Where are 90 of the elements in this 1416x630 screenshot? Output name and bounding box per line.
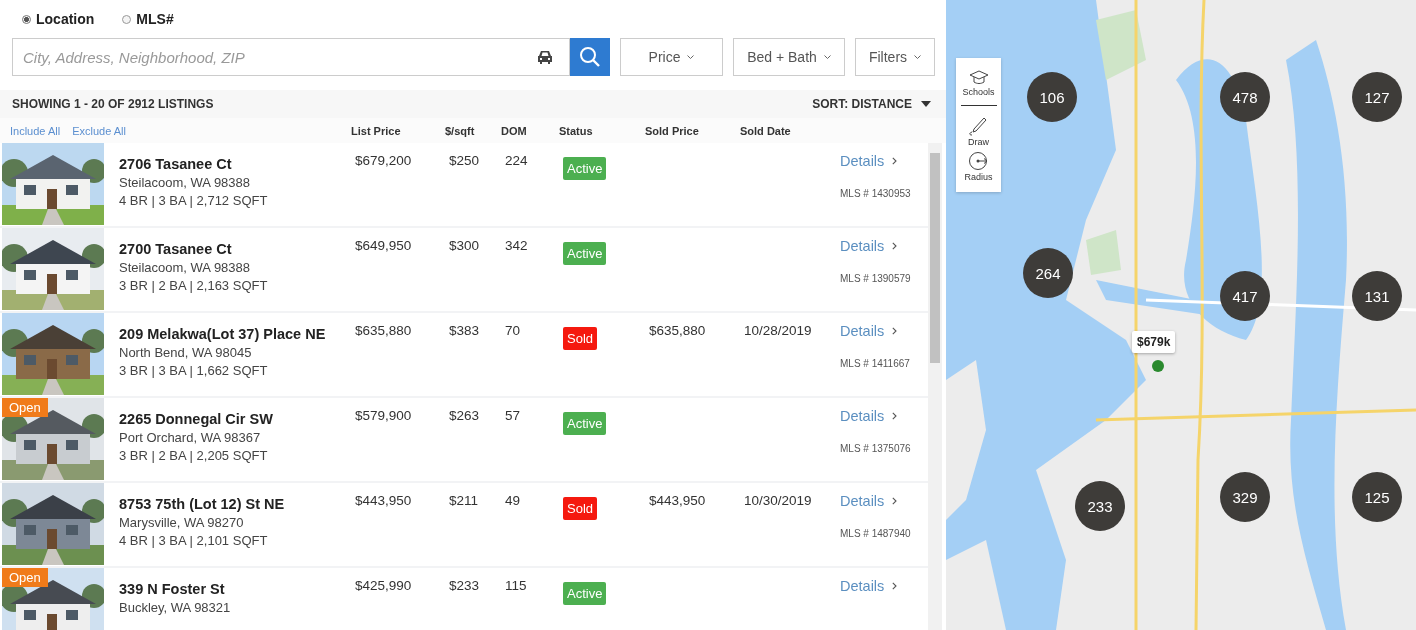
radius-tool[interactable]: Radius bbox=[964, 149, 993, 184]
dom-cell-text: 115 bbox=[505, 577, 528, 595]
chevron-icon bbox=[892, 327, 898, 335]
price-per-sqft-cell-text: $250 bbox=[449, 152, 481, 170]
price-per-sqft-cell-text: $300 bbox=[449, 237, 481, 255]
radio-label[interactable]: Location bbox=[36, 11, 95, 27]
search-icon bbox=[579, 46, 601, 68]
column-header: Sold Date bbox=[740, 124, 792, 137]
sold-price-cell: $443,950 bbox=[649, 493, 706, 508]
dom-cell-text: 342 bbox=[505, 237, 529, 255]
pen-icon bbox=[968, 116, 989, 136]
listing-specs: 4 BR | 3 BA | 2,101 SQFT bbox=[119, 533, 268, 548]
price-tag[interactable]: $679k bbox=[1132, 331, 1176, 353]
status-badge: Active bbox=[563, 582, 607, 605]
caret-icon bbox=[823, 54, 831, 60]
schools-tool[interactable]: Schools bbox=[962, 68, 995, 99]
column-header: List Price bbox=[351, 124, 402, 137]
dom-cell-text: 49 bbox=[505, 492, 522, 510]
column-header: $/sqft bbox=[445, 124, 476, 137]
list-price-cell-text: $635,880 bbox=[355, 322, 413, 340]
listing-city: Steilacoom, WA 98388 bbox=[119, 175, 251, 190]
status-badge: Active bbox=[563, 412, 607, 435]
listing-city: Port Orchard, WA 98367 bbox=[119, 430, 261, 445]
list-price-cell-text: $425,990 bbox=[355, 577, 413, 595]
column-header: Sold Price bbox=[645, 124, 700, 137]
filter-dropdown[interactable]: Bed + Bath bbox=[733, 38, 845, 76]
dom-cell-text: 224 bbox=[505, 152, 529, 170]
chevron-icon bbox=[892, 157, 898, 165]
search-button[interactable] bbox=[570, 38, 610, 76]
caret-icon bbox=[914, 54, 922, 60]
open-house-badge: Open bbox=[2, 398, 48, 417]
open-house-badge: Open bbox=[2, 568, 48, 587]
listing-address[interactable]: 339 N Foster St bbox=[119, 581, 225, 597]
listing-address[interactable]: 2265 Donnegal Cir SW bbox=[119, 411, 273, 427]
price-per-sqft-cell-text: $211 bbox=[449, 492, 480, 510]
listing-city: Steilacoom, WA 98388 bbox=[119, 260, 251, 275]
listing-address[interactable]: 2706 Tasanee Ct bbox=[119, 156, 232, 172]
status-badge: Sold bbox=[563, 327, 598, 350]
listing-address[interactable]: 8753 75th (Lot 12) St NE bbox=[119, 496, 285, 512]
list-price-cell-text: $579,900 bbox=[355, 407, 413, 425]
sort-dropdown[interactable]: SORT: DISTANCE bbox=[812, 97, 931, 111]
listing-address[interactable]: 2700 Tasanee Ct bbox=[119, 241, 232, 257]
scrollbar[interactable] bbox=[928, 143, 942, 630]
graduation-cap-icon bbox=[968, 70, 989, 86]
status-badge: Active bbox=[563, 242, 607, 265]
list-price-cell-text: $649,950 bbox=[355, 237, 413, 255]
listing-specs: 3 BR | 2 BA | 2,205 SQFT bbox=[119, 448, 268, 463]
mls-number: MLS # 1375076 bbox=[840, 443, 911, 454]
listing-specs: 4 BR | 3 BA | 2,712 SQFT bbox=[119, 193, 268, 208]
listing-city: North Bend, WA 98045 bbox=[119, 345, 252, 360]
mls-number: MLS # 1411667 bbox=[840, 358, 910, 369]
scrollbar-thumb[interactable] bbox=[930, 153, 940, 363]
chevron-icon bbox=[892, 242, 898, 250]
column-header: Status bbox=[559, 124, 594, 137]
caret-icon bbox=[687, 54, 695, 60]
chevron-icon bbox=[892, 412, 898, 420]
listing-city: Marysville, WA 98270 bbox=[119, 515, 244, 530]
radio-button[interactable] bbox=[22, 14, 31, 24]
sold-date-cell: 10/30/2019 bbox=[744, 493, 812, 508]
mls-number: MLS # 1430953 bbox=[840, 188, 911, 199]
sold-price-cell: $635,880 bbox=[649, 323, 706, 338]
listing-specs: 3 BR | 2 BA | 2,163 SQFT bbox=[119, 278, 268, 293]
list-price-cell-text: $679,200 bbox=[355, 152, 413, 170]
car-icon[interactable] bbox=[536, 49, 554, 65]
price-per-sqft-cell-text: $233 bbox=[449, 577, 481, 595]
dom-cell-text: 70 bbox=[505, 322, 522, 340]
list-price-cell-text: $443,950 bbox=[355, 492, 413, 510]
filter-dropdown[interactable]: Price bbox=[620, 38, 723, 76]
chevron-icon bbox=[892, 497, 898, 505]
draw-tool[interactable]: Draw bbox=[968, 114, 989, 149]
results-count: SHOWING 1 - 20 OF 2912 LISTINGS bbox=[12, 97, 214, 111]
price-per-sqft-cell-text: $263 bbox=[449, 407, 481, 425]
listing-address[interactable]: 209 Melakwa(Lot 37) Place NE bbox=[119, 326, 326, 342]
mls-number: MLS # 1390579 bbox=[840, 273, 911, 284]
filter-dropdown[interactable]: Filters bbox=[855, 38, 935, 76]
status-badge: Active bbox=[563, 157, 607, 180]
column-header: DOM bbox=[501, 124, 528, 137]
mls-number: MLS # 1487940 bbox=[840, 528, 911, 539]
listing-city: Buckley, WA 98321 bbox=[119, 600, 231, 615]
radius-icon bbox=[968, 151, 989, 171]
status-badge: Sold bbox=[563, 497, 598, 520]
radio-label[interactable]: MLS# bbox=[136, 11, 174, 27]
chevron-icon bbox=[892, 582, 898, 590]
sold-date-cell: 10/28/2019 bbox=[744, 323, 812, 338]
radio-button[interactable] bbox=[122, 14, 132, 24]
dom-cell-text: 57 bbox=[505, 407, 522, 425]
caret-icon bbox=[921, 101, 931, 107]
search-field[interactable]: City, Address, Neighborhood, ZIP bbox=[12, 38, 570, 76]
price-per-sqft-cell-text: $383 bbox=[449, 322, 481, 340]
listing-specs: 3 BR | 3 BA | 1,662 SQFT bbox=[119, 363, 268, 378]
